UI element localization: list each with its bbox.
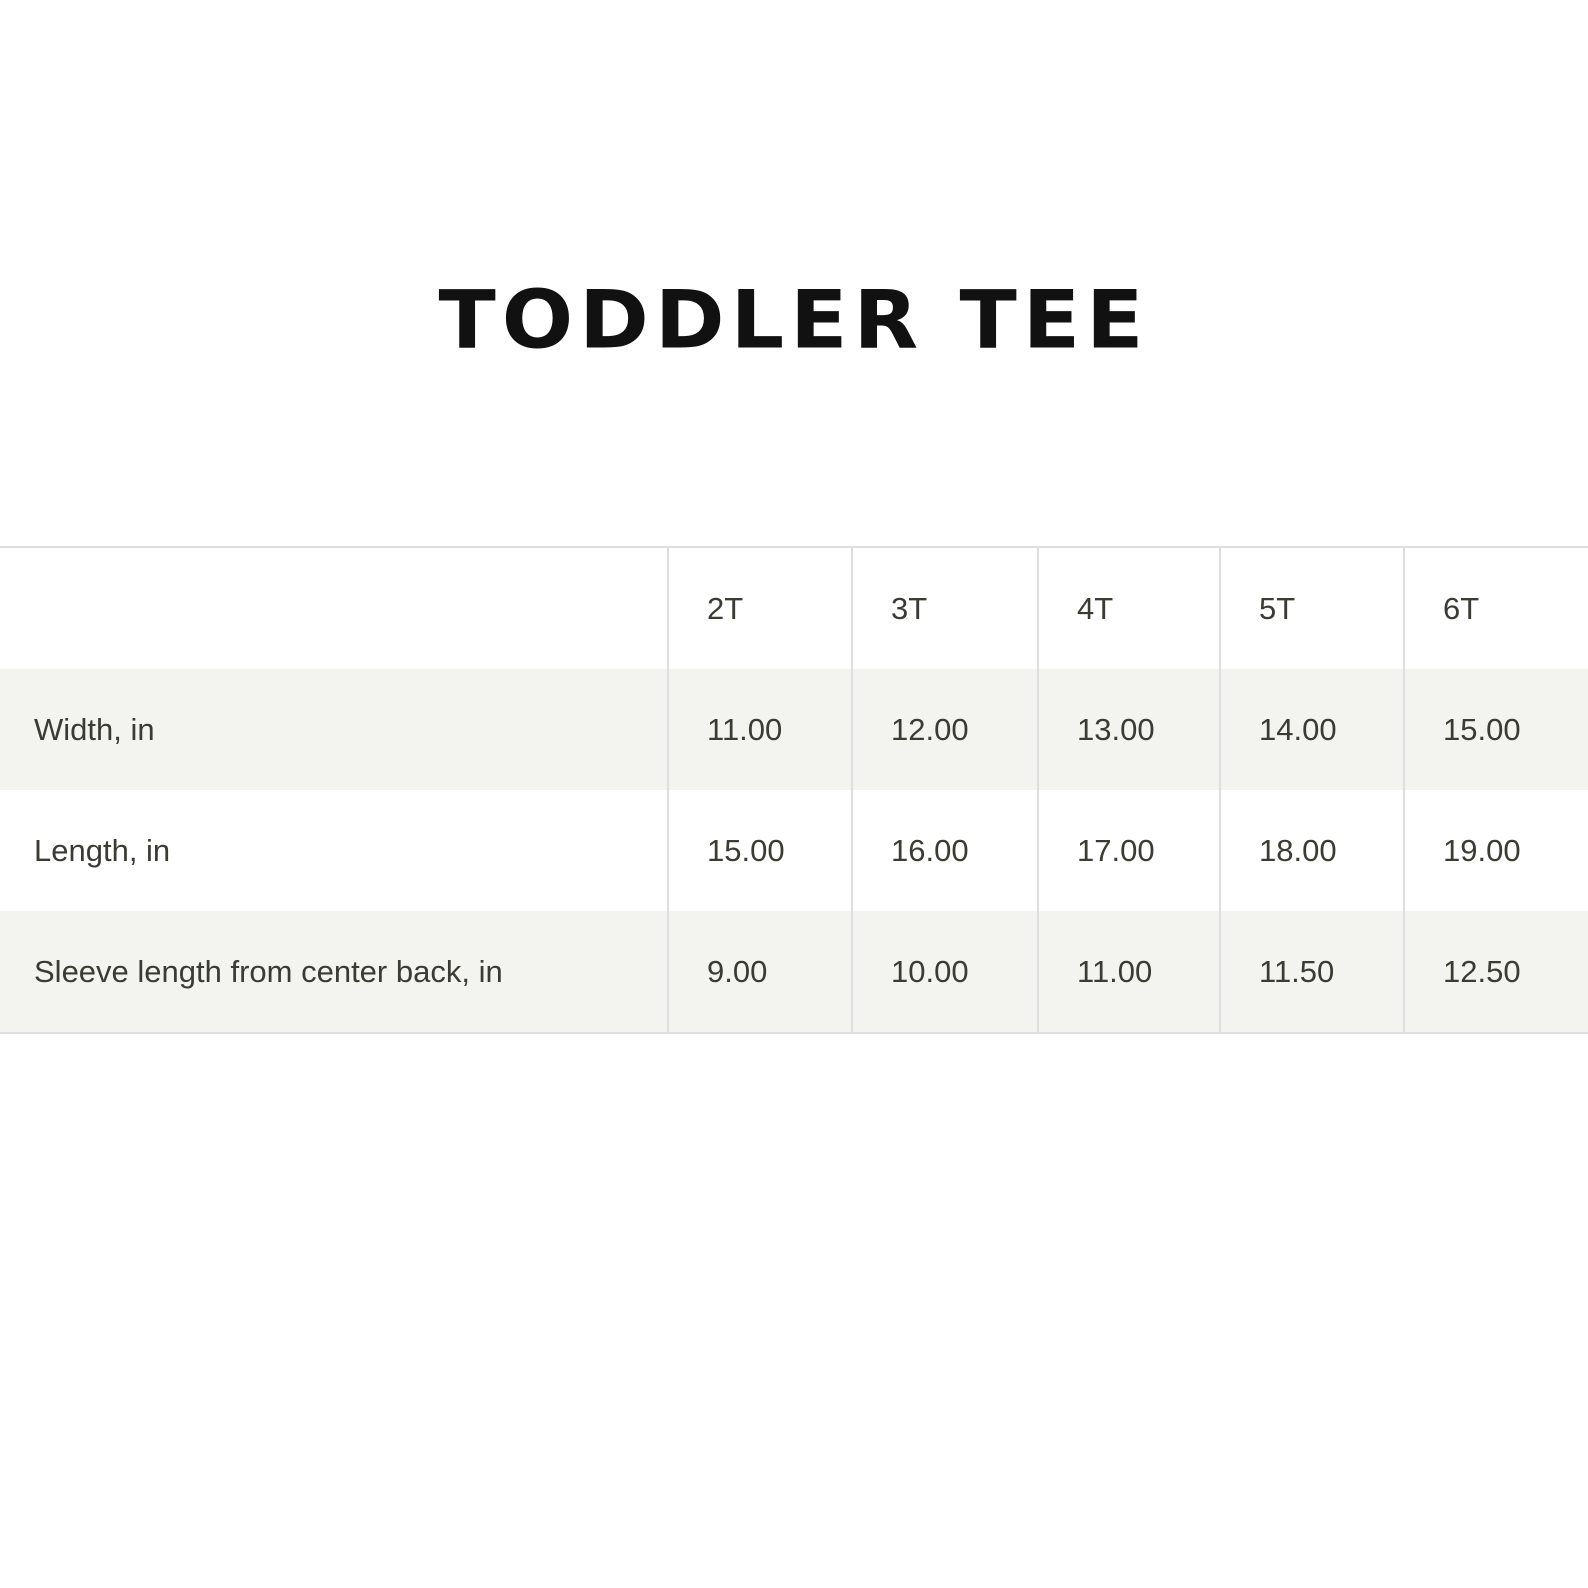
row-label: Sleeve length from center back, in: [0, 911, 668, 1033]
table-header-row: 2T 3T 4T 5T 6T: [0, 547, 1588, 669]
size-chart-table: 2T 3T 4T 5T 6T Width, in 11.00 12.00 13.…: [0, 546, 1588, 1034]
table-row-width: Width, in 11.00 12.00 13.00 14.00 15.00: [0, 669, 1588, 790]
table-cell: 14.00: [1219, 669, 1404, 790]
page-title: TODDLER TEE: [438, 273, 1150, 367]
table-cell: 17.00: [1037, 790, 1220, 911]
header-size-3t: 3T: [851, 547, 1038, 669]
table-row-length: Length, in 15.00 16.00 17.00 18.00 19.00: [0, 790, 1588, 911]
row-label: Length, in: [34, 832, 171, 868]
header-size-2t: 2T: [667, 547, 852, 669]
table-cell: 18.00: [1219, 790, 1404, 911]
table-cell: 12.00: [851, 669, 1038, 790]
table-cell: 11.50: [1219, 911, 1404, 1033]
table-cell: 10.00: [851, 911, 1038, 1033]
header-empty-cell: [0, 547, 668, 669]
table-cell: 19.00: [1403, 790, 1588, 911]
header-size-6t: 6T: [1403, 547, 1588, 669]
header-size-4t: 4T: [1037, 547, 1220, 669]
table-cell: 9.00: [667, 911, 852, 1033]
table-cell: 15.00: [1403, 669, 1588, 790]
table-cell: 12.50: [1403, 911, 1588, 1033]
table-cell: 15.00: [667, 790, 852, 911]
table-cell: 11.00: [1037, 911, 1220, 1033]
table-row-sleeve-length: Sleeve length from center back, in 9.00 …: [0, 911, 1588, 1033]
table-cell: 16.00: [851, 790, 1038, 911]
table-cell: 11.00: [667, 669, 852, 790]
row-label: Width, in: [0, 669, 668, 790]
header-size-5t: 5T: [1219, 547, 1404, 669]
table-cell: 13.00: [1037, 669, 1220, 790]
